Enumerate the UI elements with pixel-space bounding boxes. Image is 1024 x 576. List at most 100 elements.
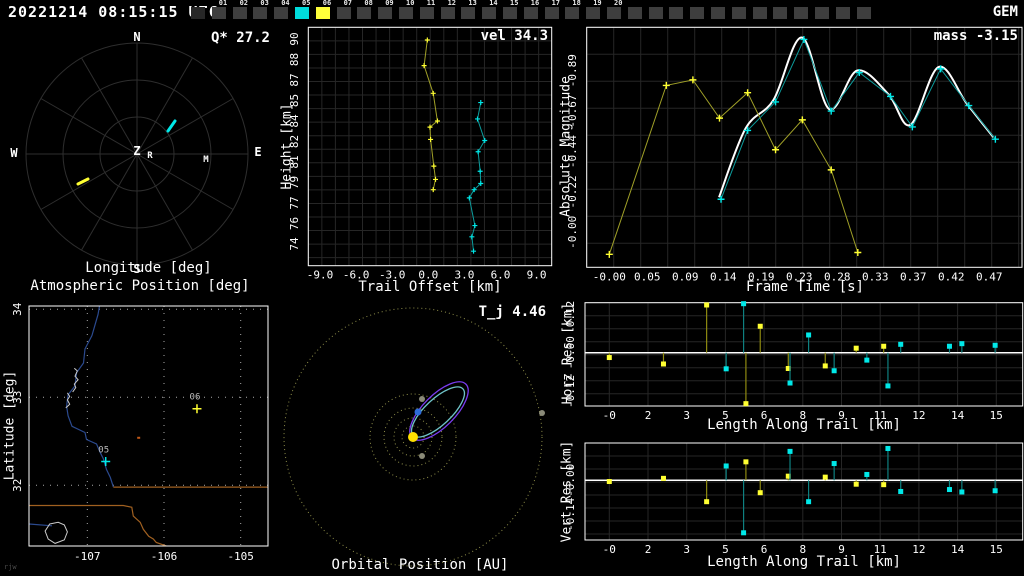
frame-box-12[interactable] xyxy=(440,7,455,19)
orbital-title: Orbital Position [AU] xyxy=(331,557,509,573)
vert-xlabel: Length Along Trail [km] xyxy=(707,554,901,570)
svg-text:-105: -105 xyxy=(227,550,254,563)
frame-box[interactable] xyxy=(731,7,746,19)
mag-ylabel: Absolute Magnitude xyxy=(558,76,574,217)
frame-box-label: 13 xyxy=(468,0,477,7)
frame-box-label: 01 xyxy=(218,0,228,7)
frame-box-label: 10 xyxy=(406,0,415,7)
frame-box[interactable] xyxy=(648,7,663,19)
camera-cyan-residual xyxy=(946,343,952,349)
trail-ylabel: Height [km] xyxy=(279,103,295,190)
frame-box-09[interactable] xyxy=(378,7,393,19)
camera-cyan-residual xyxy=(787,448,793,454)
frame-box-label: 04 xyxy=(281,0,290,7)
svg-text:-106: -106 xyxy=(151,550,178,563)
planet-earth xyxy=(414,408,422,416)
camera-cyan-residual xyxy=(723,463,729,469)
planet-jupiter xyxy=(539,410,545,416)
camera-yellow-residual xyxy=(881,482,887,488)
frame-box-15[interactable] xyxy=(503,7,517,19)
frame-box[interactable] xyxy=(835,7,850,19)
frame-box[interactable] xyxy=(752,7,767,19)
frame-box[interactable] xyxy=(815,7,829,19)
frame-box[interactable] xyxy=(856,7,871,19)
camera-cyan-residual xyxy=(864,357,870,363)
frame-box-label: 17 xyxy=(551,0,561,7)
frame-box-20[interactable] xyxy=(607,7,621,19)
svg-text:Z: Z xyxy=(133,144,140,158)
planet-mars xyxy=(419,396,425,402)
frame-box-02[interactable] xyxy=(232,7,247,19)
frame-box-label: 18 xyxy=(572,0,581,7)
frame-box[interactable] xyxy=(773,7,788,19)
frame-box-label: 08 xyxy=(364,0,373,7)
frame-box-03[interactable] xyxy=(253,7,268,19)
svg-text:-107: -107 xyxy=(74,550,101,563)
atmospheric-position-panel: NSWEZRM Q* 27.2 Atmospheric Position [de… xyxy=(0,24,280,296)
frame-box-08[interactable] xyxy=(357,7,372,19)
meteor-analysis-window: 20221214 08:15:15 UTC 01 02 03 04 05 06 07 08 09… xyxy=(0,0,1024,576)
frame-box-10[interactable] xyxy=(399,7,413,19)
frame-box[interactable] xyxy=(191,7,205,19)
svg-text:34: 34 xyxy=(11,302,24,316)
frame-box-11[interactable] xyxy=(419,7,434,19)
camera-yellow-residual xyxy=(822,474,828,480)
frame-box[interactable] xyxy=(711,7,725,19)
camera-cyan-lightcurve xyxy=(720,38,996,200)
top-bar: 20221214 08:15:15 UTC 01 02 03 04 05 06 07 08 09… xyxy=(0,0,1024,24)
sun xyxy=(408,432,418,442)
orbital-panel: T_j 4.46 Orbital Position [AU] xyxy=(280,296,560,576)
frame-box-13[interactable] xyxy=(461,7,476,19)
camera-cyan-residual xyxy=(787,380,793,386)
frame-box-18[interactable] xyxy=(565,7,580,19)
camera-yellow-residual xyxy=(822,363,828,369)
frame-box-label: 19 xyxy=(593,0,602,7)
frame-box-label: 07 xyxy=(343,0,353,7)
svg-text:05: 05 xyxy=(98,446,109,456)
map-dot xyxy=(137,436,141,439)
camera-cyan-residual xyxy=(898,488,904,494)
camera-cyan-residual xyxy=(959,489,965,495)
camera-yellow-residual xyxy=(881,343,887,349)
frame-box-label: 14 xyxy=(489,0,498,7)
camera-yellow-residual xyxy=(606,355,612,361)
frame-box-label: 16 xyxy=(530,0,540,7)
frame-box[interactable] xyxy=(690,7,705,19)
vert-res-panel: -0 2 3 5 6 8 9 11 12 14 15 -0.00 -0.14 Length Along … xyxy=(560,436,1024,576)
frame-box-07[interactable] xyxy=(336,7,351,19)
frame-box-01[interactable] xyxy=(211,7,226,19)
frame-box-14[interactable] xyxy=(482,7,497,19)
mass-value: mass -3.15 xyxy=(933,28,1018,44)
map-features xyxy=(29,306,268,546)
ground-map-panel: 05 06 -107 -106 -105 34 33 32 Longitude [deg] L… xyxy=(0,260,280,576)
camera-yellow-residual xyxy=(743,459,749,465)
mag-xlabel: Frame Time [s] xyxy=(745,279,864,295)
frame-box-04[interactable] xyxy=(274,7,289,19)
camera-cyan-residual xyxy=(992,342,998,348)
frame-box-19[interactable] xyxy=(586,7,601,19)
frame-box-label: 12 xyxy=(447,0,457,7)
camera-cyan-residual xyxy=(831,461,837,467)
frame-box-label: 03 xyxy=(260,0,269,7)
frame-box[interactable] xyxy=(794,7,809,19)
lightcurve-panel: -0.00 0.05 0.09 0.14 0.19 0.23 0.28 0.33 0.37 0.4… xyxy=(558,24,1024,296)
camera-yellow-residual xyxy=(853,481,859,487)
frame-box-label: 09 xyxy=(385,0,394,7)
frame-box[interactable] xyxy=(627,7,642,19)
polar-title: Atmospheric Position [deg] xyxy=(30,278,250,294)
trail-offset-plot: -9.0 -6.0 -3.0 0.0 3.0 6.0 9.09088878584828179… xyxy=(288,26,553,282)
camera-cyan-residual xyxy=(741,301,747,307)
frame-box-05[interactable] xyxy=(295,7,309,19)
frame-box-06[interactable] xyxy=(315,7,330,19)
frame-box-17[interactable] xyxy=(544,7,559,19)
frame-box-16[interactable] xyxy=(523,7,538,19)
camera-cyan-residual xyxy=(741,530,747,536)
grid xyxy=(585,302,1023,406)
camera-yellow-residual xyxy=(606,479,612,485)
frame-strip: 01 02 03 04 05 06 07 08 09 10 11 12 13 14 15 16 17 18 19 20 xyxy=(0,0,1024,24)
grid xyxy=(585,442,1023,540)
camera-cyan-residual xyxy=(864,471,870,477)
map-grid xyxy=(29,306,268,546)
ground-map-plot: 0506-107 -106 -105343332 xyxy=(11,302,269,563)
frame-box[interactable] xyxy=(669,7,684,19)
